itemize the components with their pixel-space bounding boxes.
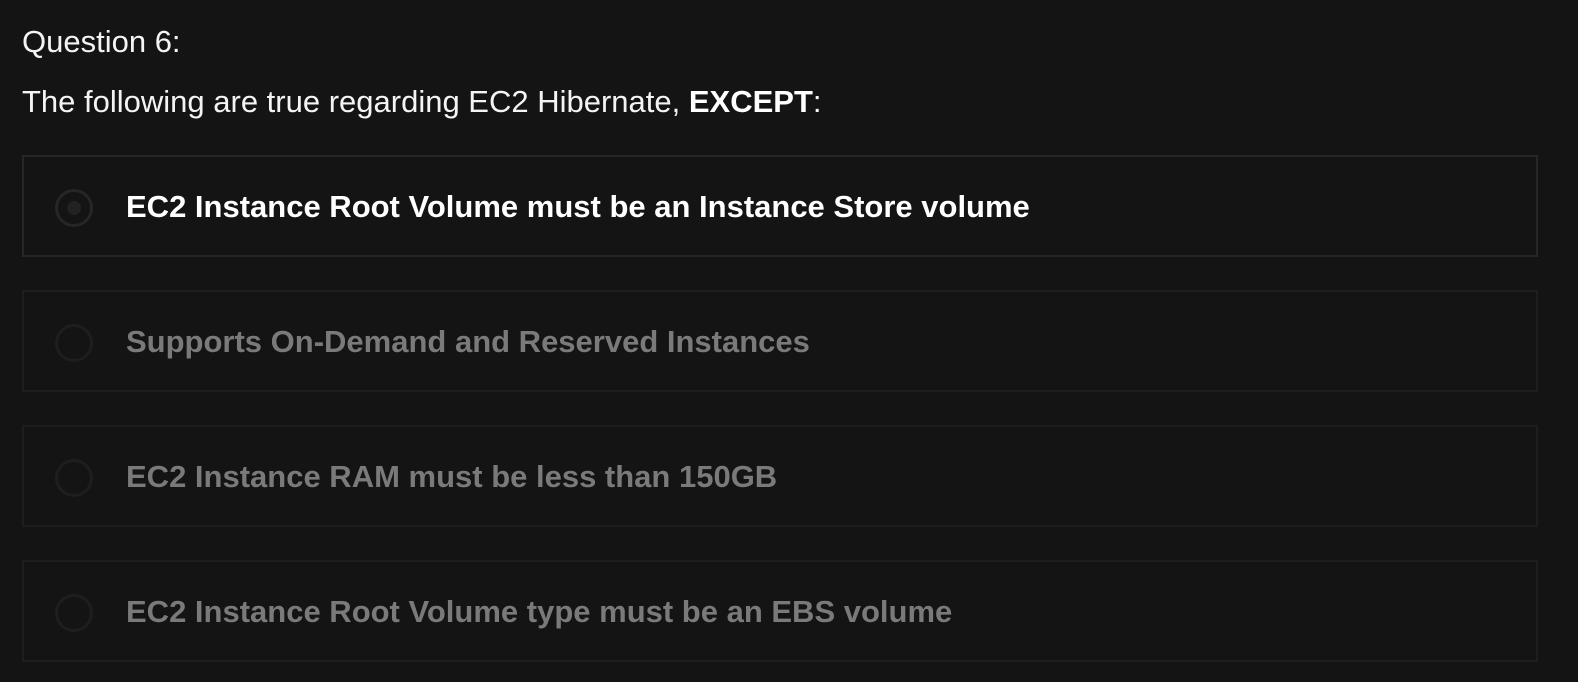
answer-option-label: Supports On-Demand and Reserved Instance… bbox=[126, 324, 810, 359]
answer-option-label: EC2 Instance Root Volume must be an Inst… bbox=[126, 189, 1030, 224]
question-number: Question 6: bbox=[22, 24, 181, 59]
answer-option-1[interactable]: EC2 Instance Root Volume must be an Inst… bbox=[22, 155, 1538, 257]
answer-option-4[interactable]: EC2 Instance Root Volume type must be an… bbox=[22, 560, 1538, 662]
radio-button-icon[interactable] bbox=[55, 459, 93, 497]
radio-selected-dot-icon bbox=[67, 201, 81, 215]
answer-option-label: EC2 Instance RAM must be less than 150GB bbox=[126, 459, 778, 494]
answer-option-label: EC2 Instance Root Volume type must be an… bbox=[126, 594, 953, 629]
radio-button-icon[interactable] bbox=[55, 189, 93, 227]
answer-option-2[interactable]: Supports On-Demand and Reserved Instance… bbox=[22, 290, 1538, 392]
answer-option-3[interactable]: EC2 Instance RAM must be less than 150GB bbox=[22, 425, 1538, 527]
question-text-emphasis: EXCEPT bbox=[688, 84, 813, 119]
radio-button-icon[interactable] bbox=[55, 324, 93, 362]
question-text-suffix: : bbox=[812, 84, 822, 119]
question-text-prefix: The following are true regarding EC2 Hib… bbox=[22, 84, 689, 119]
question-text: The following are true regarding EC2 Hib… bbox=[22, 82, 822, 122]
radio-button-icon[interactable] bbox=[55, 594, 93, 632]
